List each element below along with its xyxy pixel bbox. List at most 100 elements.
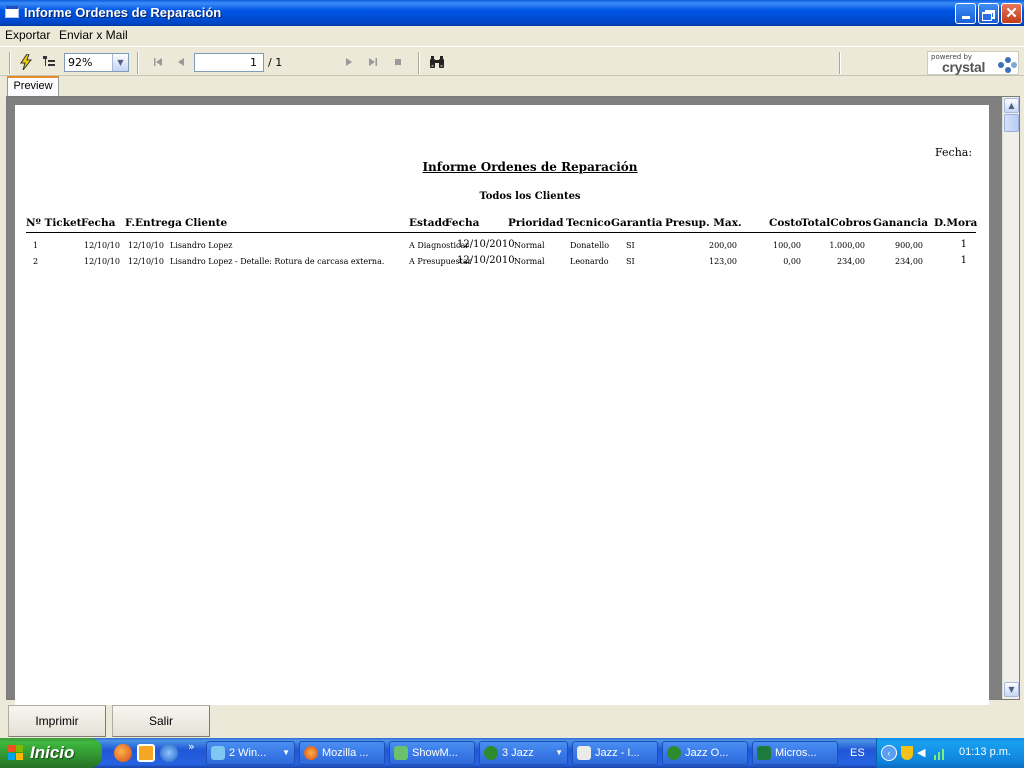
menu-bar: Exportar Enviar x Mail — [0, 26, 1024, 45]
column-header: Fecha — [81, 217, 116, 229]
column-header: Prioridad — [508, 217, 564, 229]
close-icon: ✕ — [1005, 5, 1018, 22]
table-cell: 200,00 — [709, 241, 737, 250]
column-header: Cliente — [185, 217, 228, 229]
table-cell: 1 — [960, 255, 967, 266]
ie-icon[interactable] — [160, 744, 178, 762]
close-button[interactable]: ✕ — [1001, 3, 1022, 24]
excel-icon — [757, 746, 771, 760]
toolbar-separator — [137, 52, 139, 74]
column-header: Costo — [769, 217, 803, 229]
first-page-icon[interactable] — [150, 54, 166, 70]
column-header: F.Entrega — [125, 217, 182, 229]
menu-exportar[interactable]: Exportar — [5, 28, 50, 42]
clock-app-icon[interactable] — [137, 744, 155, 762]
table-cell: 900,00 — [895, 241, 923, 250]
tray-expand-icon[interactable]: ‹ — [881, 745, 897, 761]
table-cell: 100,00 — [773, 241, 801, 250]
report-title: Informe Ordenes de Reparación — [422, 160, 638, 174]
language-indicator[interactable]: ES — [850, 747, 865, 759]
taskbar-item[interactable]: Micros... — [752, 741, 838, 765]
taskbar-item-label: ShowM... — [412, 747, 458, 759]
table-cell: 1.000,00 — [829, 241, 865, 250]
table-cell: SI — [626, 257, 635, 266]
column-header: Nº Ticket — [26, 217, 82, 229]
table-cell: SI — [626, 241, 635, 250]
minimize-icon — [961, 16, 970, 19]
table-cell: 12/10/10 — [84, 257, 120, 266]
quicklaunch-chevron[interactable]: » — [188, 740, 195, 753]
volume-icon[interactable]: ◀ — [917, 746, 925, 759]
taskbar-item-label: Jazz O... — [685, 747, 729, 759]
zoom-value: 92% — [68, 56, 93, 69]
taskbar-item[interactable]: Jazz - I... — [572, 741, 658, 765]
refresh-lightning-icon[interactable] — [18, 54, 34, 70]
clock[interactable]: 01:13 p.m. — [959, 746, 1011, 758]
stop-icon[interactable] — [390, 54, 406, 70]
taskbar-item-label: Micros... — [775, 747, 817, 759]
taskbar-item[interactable]: 3 Jazz ▼ — [479, 741, 568, 765]
firefox-icon[interactable] — [114, 744, 132, 762]
print-button[interactable]: Imprimir — [8, 705, 106, 737]
last-page-icon[interactable] — [365, 54, 381, 70]
report-subtitle: Todos los Clientes — [479, 191, 581, 202]
table-cell: 1 — [33, 241, 39, 250]
column-header: Presup. Max. — [665, 217, 742, 229]
crystal-logo: powered by crystal — [927, 51, 1019, 75]
table-cell: Normal — [514, 241, 545, 250]
taskbar-item[interactable]: Mozilla ... — [299, 741, 385, 765]
window-title-bar[interactable]: Informe Ordenes de Reparación ✕ — [0, 0, 1024, 26]
app-window-icon — [5, 6, 19, 18]
taskbar-item[interactable]: 2 Win... ▼ — [206, 741, 295, 765]
vertical-scrollbar[interactable]: ▲ ▼ — [1002, 97, 1019, 699]
jazz-tree-icon — [484, 746, 498, 760]
table-cell: 12/10/10 — [128, 257, 164, 266]
menu-enviar-mail[interactable]: Enviar x Mail — [59, 28, 128, 42]
page-number-input[interactable]: 1 — [194, 53, 264, 72]
scroll-down-icon[interactable]: ▼ — [1004, 682, 1019, 697]
search-binoculars-icon[interactable] — [429, 54, 445, 70]
report-viewer: Fecha: Informe Ordenes de Reparación Tod… — [6, 96, 1020, 705]
scroll-up-icon[interactable]: ▲ — [1004, 98, 1019, 113]
next-page-icon[interactable] — [341, 54, 357, 70]
start-button[interactable]: Inicio — [0, 738, 102, 768]
security-shield-icon[interactable] — [901, 746, 913, 760]
zoom-select[interactable]: 92% ▼ — [64, 53, 129, 72]
firefox-icon — [304, 746, 318, 760]
minimize-button[interactable] — [955, 3, 976, 24]
table-cell: Normal — [514, 257, 545, 266]
chevron-down-icon[interactable]: ▼ — [112, 54, 128, 71]
viewer-toolbar: 92% ▼ 1 / 1 powered by crystal — [0, 46, 1024, 76]
windows-group-icon — [211, 746, 225, 760]
tab-preview[interactable]: Preview — [7, 76, 59, 96]
exit-button[interactable]: Salir — [112, 705, 210, 737]
table-cell: 12/10/10 — [84, 241, 120, 250]
table-cell: 123,00 — [709, 257, 737, 266]
wireless-signal-icon[interactable] — [933, 746, 947, 760]
group-tree-icon[interactable] — [41, 54, 57, 70]
toolbar-separator — [839, 52, 841, 74]
logo-crystal-text: crystal — [942, 59, 986, 75]
column-header: D.Mora — [934, 217, 978, 229]
column-header: Estado — [409, 217, 449, 229]
table-cell: Donatello — [570, 241, 610, 250]
taskbar-item[interactable]: ShowM... — [389, 741, 475, 765]
column-header: Fecha — [445, 217, 480, 229]
crystal-dots-icon — [998, 57, 1018, 73]
table-cell: 234,00 — [895, 257, 923, 266]
window-title: Informe Ordenes de Reparación — [24, 5, 222, 20]
taskbar-item[interactable]: Jazz O... — [662, 741, 748, 765]
column-header: Ganancia — [873, 217, 929, 229]
scroll-thumb[interactable] — [1004, 114, 1019, 132]
report-page: Fecha: Informe Ordenes de Reparación Tod… — [15, 105, 989, 705]
previous-page-icon[interactable] — [173, 54, 189, 70]
column-header: Garantia — [611, 217, 663, 229]
table-cell: 12/10/2010 — [457, 255, 515, 266]
table-cell: 2 — [33, 257, 39, 266]
jazz-tree-icon — [667, 746, 681, 760]
toolbar-separator — [9, 52, 11, 74]
table-cell: Lisandro Lopez — [170, 241, 233, 250]
toolbar-separator — [418, 52, 420, 74]
table-cell: 234,00 — [837, 257, 865, 266]
restore-button[interactable] — [978, 3, 999, 24]
